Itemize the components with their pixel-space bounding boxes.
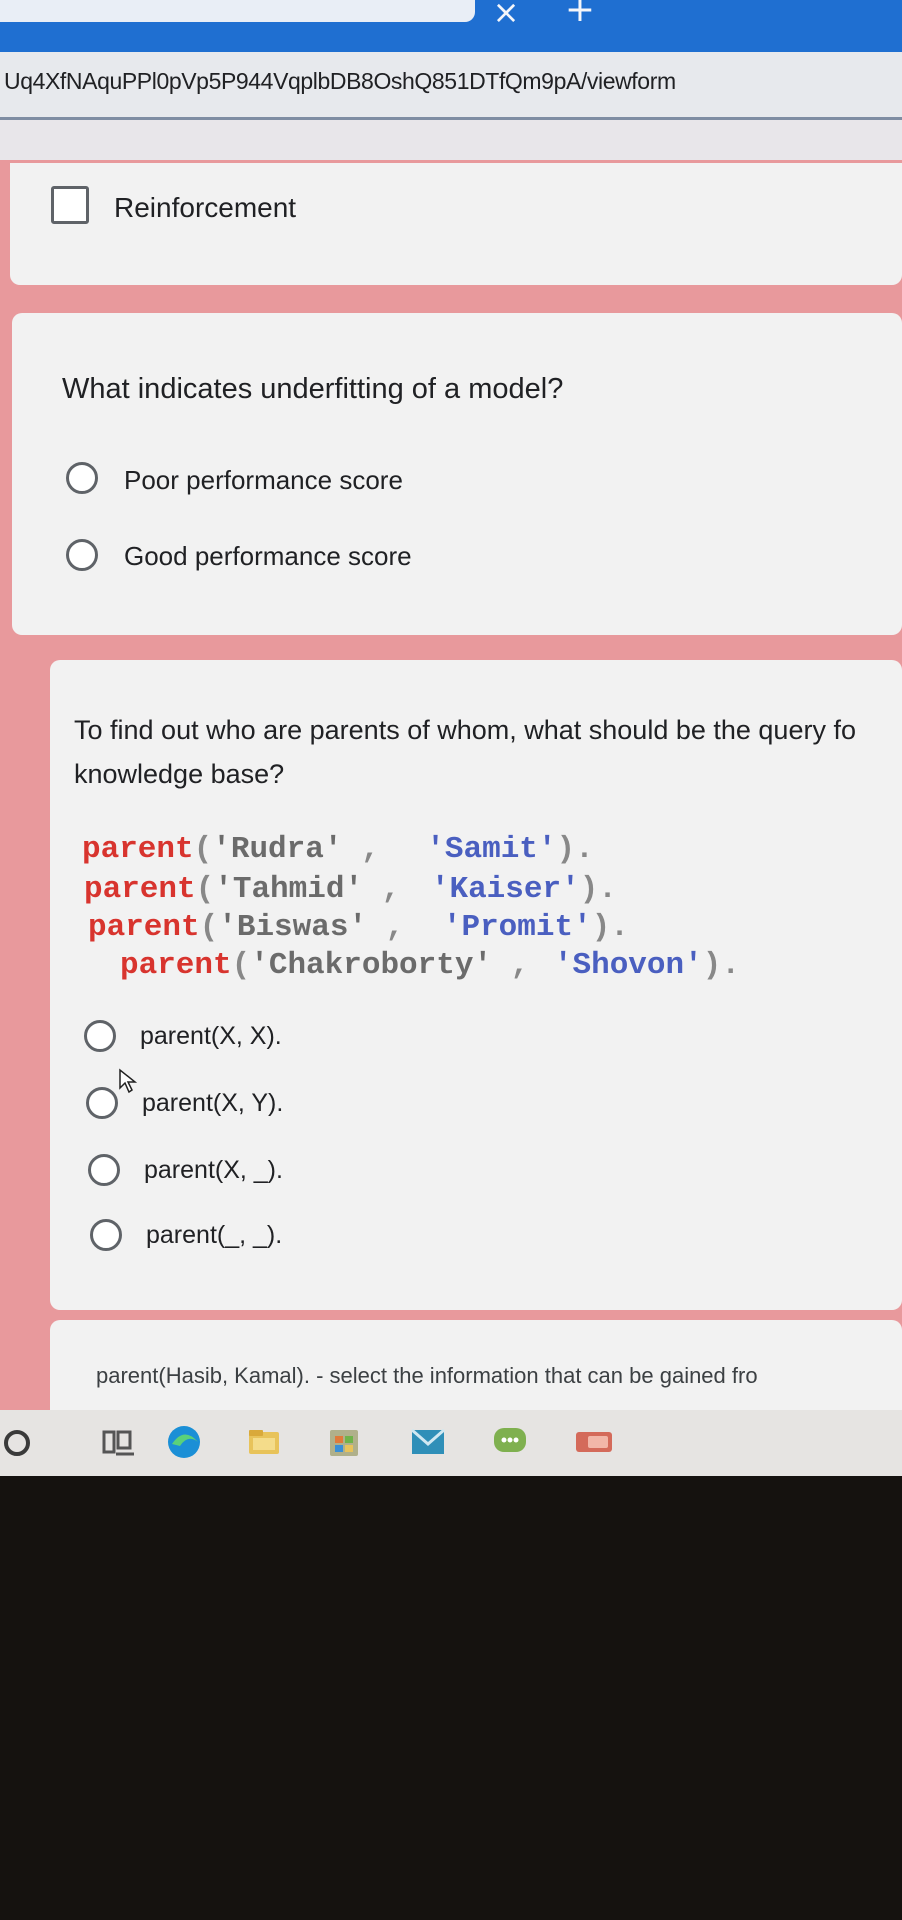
kb-function: parent (82, 832, 194, 867)
mouse-cursor-icon (119, 1068, 138, 1094)
store-icon[interactable] (324, 1422, 364, 1462)
radio-option[interactable] (90, 1219, 122, 1251)
task-view-icon[interactable] (98, 1422, 138, 1462)
option-label: parent(X, _). (144, 1156, 283, 1184)
kb-arg: 'Rudra' (212, 832, 343, 867)
file-explorer-icon[interactable] (244, 1422, 284, 1462)
option-label: Good performance score (124, 541, 412, 571)
option-label: parent(_, _). (146, 1221, 283, 1249)
edge-icon[interactable] (164, 1422, 204, 1462)
new-tab-icon[interactable]: + (562, 0, 598, 28)
start-icon[interactable] (4, 1430, 30, 1456)
mail-icon[interactable] (408, 1422, 448, 1462)
knowledge-base-line: parent('Tahmid' , 'Kaiser'). (84, 872, 617, 907)
kb-function: parent (88, 910, 200, 945)
active-tab[interactable] (0, 0, 475, 22)
question-card-checkbox (10, 163, 902, 285)
page-top-margin (0, 120, 902, 160)
address-bar-url[interactable]: Uq4XfNAquPPl0pVp5P944VqplbDB8OshQ851DTfQ… (4, 68, 902, 95)
kb-arg: 'Promit' (442, 910, 592, 945)
close-tab-icon[interactable]: × (488, 0, 524, 30)
device-bezel (0, 1476, 902, 1920)
knowledge-base-line: parent('Biswas' , 'Promit'). (88, 910, 629, 945)
radio-option[interactable] (86, 1087, 118, 1119)
radio-option[interactable] (84, 1020, 116, 1052)
question-title: parent(Hasib, Kamal). - select the infor… (96, 1363, 758, 1388)
question-title: To find out who are parents of whom, wha… (74, 715, 856, 789)
messenger-icon[interactable] (490, 1422, 530, 1462)
kb-function: parent (120, 948, 232, 983)
option-label: Poor performance score (124, 465, 403, 495)
radio-option[interactable] (66, 462, 98, 494)
kb-arg: 'Chakroborty' (250, 948, 493, 983)
app-icon[interactable] (574, 1422, 614, 1462)
checkbox-reinforcement[interactable] (51, 186, 89, 224)
radio-option[interactable] (88, 1154, 120, 1186)
kb-arg: 'Samit' (426, 832, 557, 867)
knowledge-base-line: parent('Rudra' , 'Samit'). (82, 832, 594, 867)
tab-bar: × + (0, 0, 902, 52)
question-title: What indicates underfitting of a model? (62, 373, 564, 405)
option-label: parent(X, Y). (142, 1089, 284, 1117)
checkbox-label: Reinforcement (114, 192, 297, 223)
option-label: parent(X, X). (140, 1022, 282, 1050)
kb-arg: 'Shovon' (553, 948, 703, 983)
knowledge-base-line: parent('Chakroborty' , 'Shovon'). (120, 948, 740, 983)
kb-arg: 'Tahmid' (214, 872, 364, 907)
kb-arg: 'Biswas' (218, 910, 368, 945)
kb-arg: 'Kaiser' (430, 872, 580, 907)
radio-option[interactable] (66, 539, 98, 571)
kb-function: parent (84, 872, 196, 907)
